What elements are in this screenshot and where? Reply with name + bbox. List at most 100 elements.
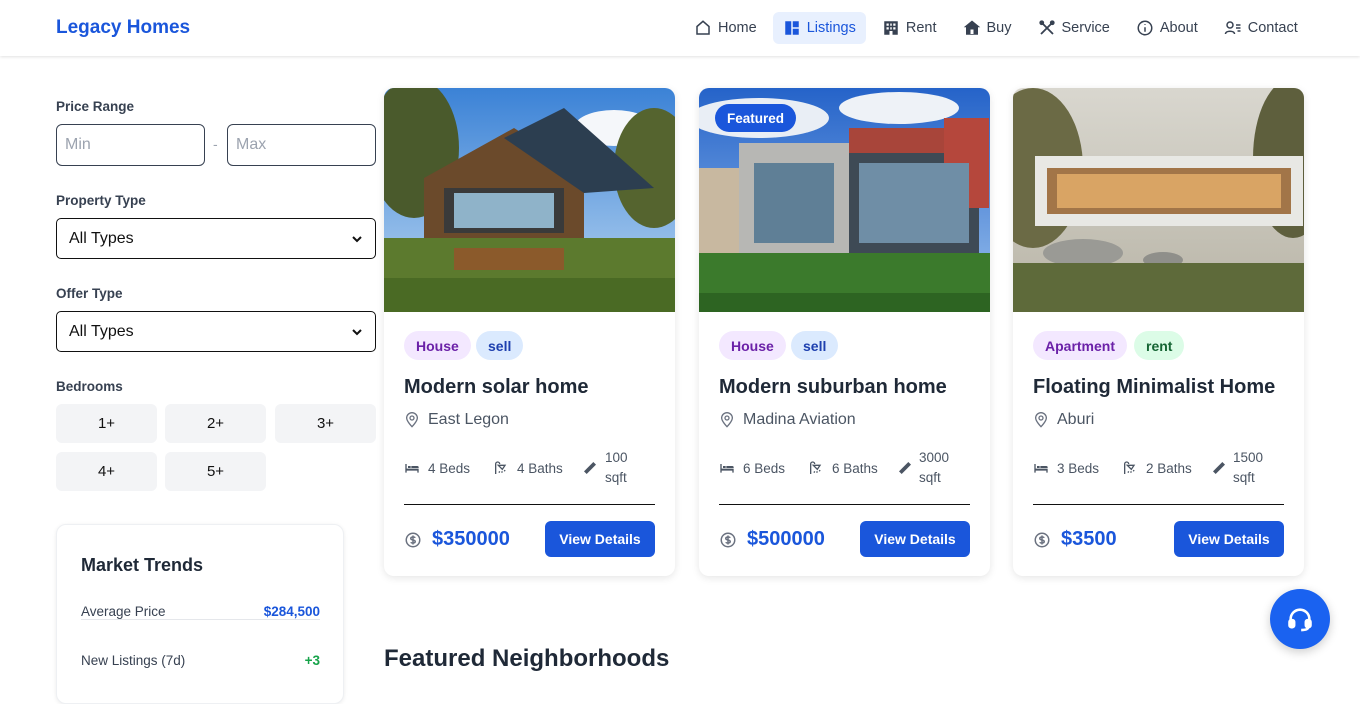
nav-buy-label: Buy — [986, 20, 1012, 36]
beds-text: 4 Beds — [428, 460, 471, 476]
baths-text: 4 Baths — [517, 460, 563, 476]
trend-row: New Listings (7d) +3 — [81, 653, 320, 668]
bedroom-option[interactable]: 3+ — [275, 404, 376, 443]
bedroom-option[interactable]: 1+ — [56, 404, 157, 443]
listing-price: $350000 — [404, 528, 510, 551]
nav-contact[interactable]: Contact — [1214, 12, 1308, 44]
nav-home[interactable]: Home — [684, 12, 767, 44]
listing-location-text: Aburi — [1057, 411, 1095, 428]
nav-service[interactable]: Service — [1028, 12, 1120, 44]
chevron-down-icon — [352, 235, 362, 242]
support-chat-button[interactable] — [1270, 589, 1330, 649]
ruler-icon — [1213, 462, 1225, 474]
listing-baths: 2 Baths — [1122, 460, 1192, 476]
area-number: 1500 — [1233, 450, 1264, 465]
listing-area: 100 sqft — [605, 448, 639, 488]
card-divider — [719, 504, 970, 505]
view-details-button[interactable]: View Details — [1174, 521, 1284, 557]
baths-text: 2 Baths — [1146, 460, 1192, 476]
price-max-input[interactable] — [227, 124, 376, 166]
nav-buy[interactable]: Buy — [953, 12, 1022, 44]
listing-price: $3500 — [1033, 528, 1117, 551]
shower-icon — [495, 461, 507, 474]
listing-beds: 3 Beds — [1033, 460, 1099, 476]
trend-value: $284,500 — [263, 604, 320, 619]
listing-location-text: East Legon — [428, 411, 509, 428]
view-details-button[interactable]: View Details — [545, 521, 655, 557]
area-unit: sqft — [605, 470, 627, 485]
area-number: 3000 — [919, 450, 950, 465]
property-type-badge: Apartment — [1033, 331, 1128, 360]
property-type-badge: House — [719, 331, 786, 360]
bed-icon — [720, 464, 734, 473]
listing-title[interactable]: Modern solar home — [404, 376, 588, 399]
contact-icon — [1224, 21, 1241, 35]
offer-type-badge: rent — [1134, 331, 1185, 360]
card-divider — [404, 504, 655, 505]
bed-icon — [405, 464, 419, 473]
bedroom-option[interactable]: 5+ — [165, 452, 266, 491]
offer-type-label: Offer Type — [56, 286, 123, 301]
trend-label: New Listings (7d) — [81, 653, 186, 668]
bedroom-option[interactable]: 4+ — [56, 452, 157, 491]
listing-card[interactable]: Featured House sell Modern suburban home… — [699, 88, 990, 576]
listing-image[interactable] — [384, 88, 675, 312]
offer-type-value: All Types — [69, 322, 134, 340]
property-type-value: All Types — [69, 229, 134, 247]
listing-area: 1500 sqft — [1233, 448, 1267, 488]
listing-beds: 6 Beds — [719, 460, 785, 476]
nav-contact-label: Contact — [1247, 20, 1298, 36]
nav-service-label: Service — [1061, 20, 1110, 36]
listing-beds: 4 Beds — [404, 460, 470, 476]
nav-rent[interactable]: Rent — [872, 12, 947, 44]
listing-location: Madina Aviation — [719, 411, 856, 429]
listing-baths: 6 Baths — [808, 460, 878, 476]
nav-about[interactable]: About — [1126, 12, 1208, 44]
price-range-separator: - — [213, 136, 218, 152]
listing-title[interactable]: Floating Minimalist Home — [1033, 376, 1275, 399]
brand-logo[interactable]: Legacy Homes — [56, 17, 190, 39]
property-type-select[interactable]: All Types — [56, 218, 376, 259]
nav-listings[interactable]: Listings — [772, 12, 866, 44]
trend-value: +3 — [304, 653, 320, 668]
store-icon — [963, 20, 980, 35]
building-icon — [884, 21, 898, 35]
featured-badge: Featured — [715, 104, 797, 132]
listing-card[interactable]: Apartment rent Floating Minimalist Home … — [1013, 88, 1304, 576]
price-min-input[interactable] — [56, 124, 205, 166]
nav-home-label: Home — [718, 20, 757, 36]
bedroom-option[interactable]: 2+ — [165, 404, 266, 443]
listing-price: $500000 — [719, 528, 825, 551]
nav-about-label: About — [1159, 20, 1198, 36]
offer-type-select[interactable]: All Types — [56, 311, 376, 352]
location-pin-icon — [405, 412, 419, 428]
listing-image[interactable] — [1013, 88, 1304, 312]
card-divider — [1033, 504, 1284, 505]
dollar-circle-icon — [405, 532, 421, 547]
property-type-badge: House — [404, 331, 471, 360]
dollar-circle-icon — [1034, 532, 1050, 547]
location-pin-icon — [1034, 412, 1048, 428]
home-icon — [696, 20, 710, 35]
beds-text: 6 Beds — [743, 460, 786, 476]
beds-text: 3 Beds — [1057, 460, 1100, 476]
location-pin-icon — [720, 412, 734, 428]
listing-title[interactable]: Modern suburban home — [719, 376, 947, 399]
shower-icon — [1124, 461, 1136, 474]
view-details-button[interactable]: View Details — [860, 521, 970, 557]
headset-icon — [1288, 608, 1312, 632]
property-type-label: Property Type — [56, 193, 146, 208]
listing-location-text: Madina Aviation — [743, 411, 856, 428]
tools-icon — [1038, 20, 1055, 35]
main-nav: Home Listings Rent Buy Service About Con… — [684, 12, 1314, 44]
offer-type-badge: sell — [791, 331, 839, 360]
bed-icon — [1034, 464, 1048, 473]
area-unit: sqft — [919, 470, 941, 485]
trend-row: Average Price $284,500 — [81, 604, 320, 619]
area-unit: sqft — [1233, 470, 1255, 485]
listing-card[interactable]: House sell Modern solar home East Legon … — [384, 88, 675, 576]
market-trends-title: Market Trends — [81, 555, 204, 575]
price-text: $350000 — [432, 528, 510, 550]
baths-text: 6 Baths — [832, 460, 878, 476]
nav-listings-label: Listings — [806, 20, 856, 36]
